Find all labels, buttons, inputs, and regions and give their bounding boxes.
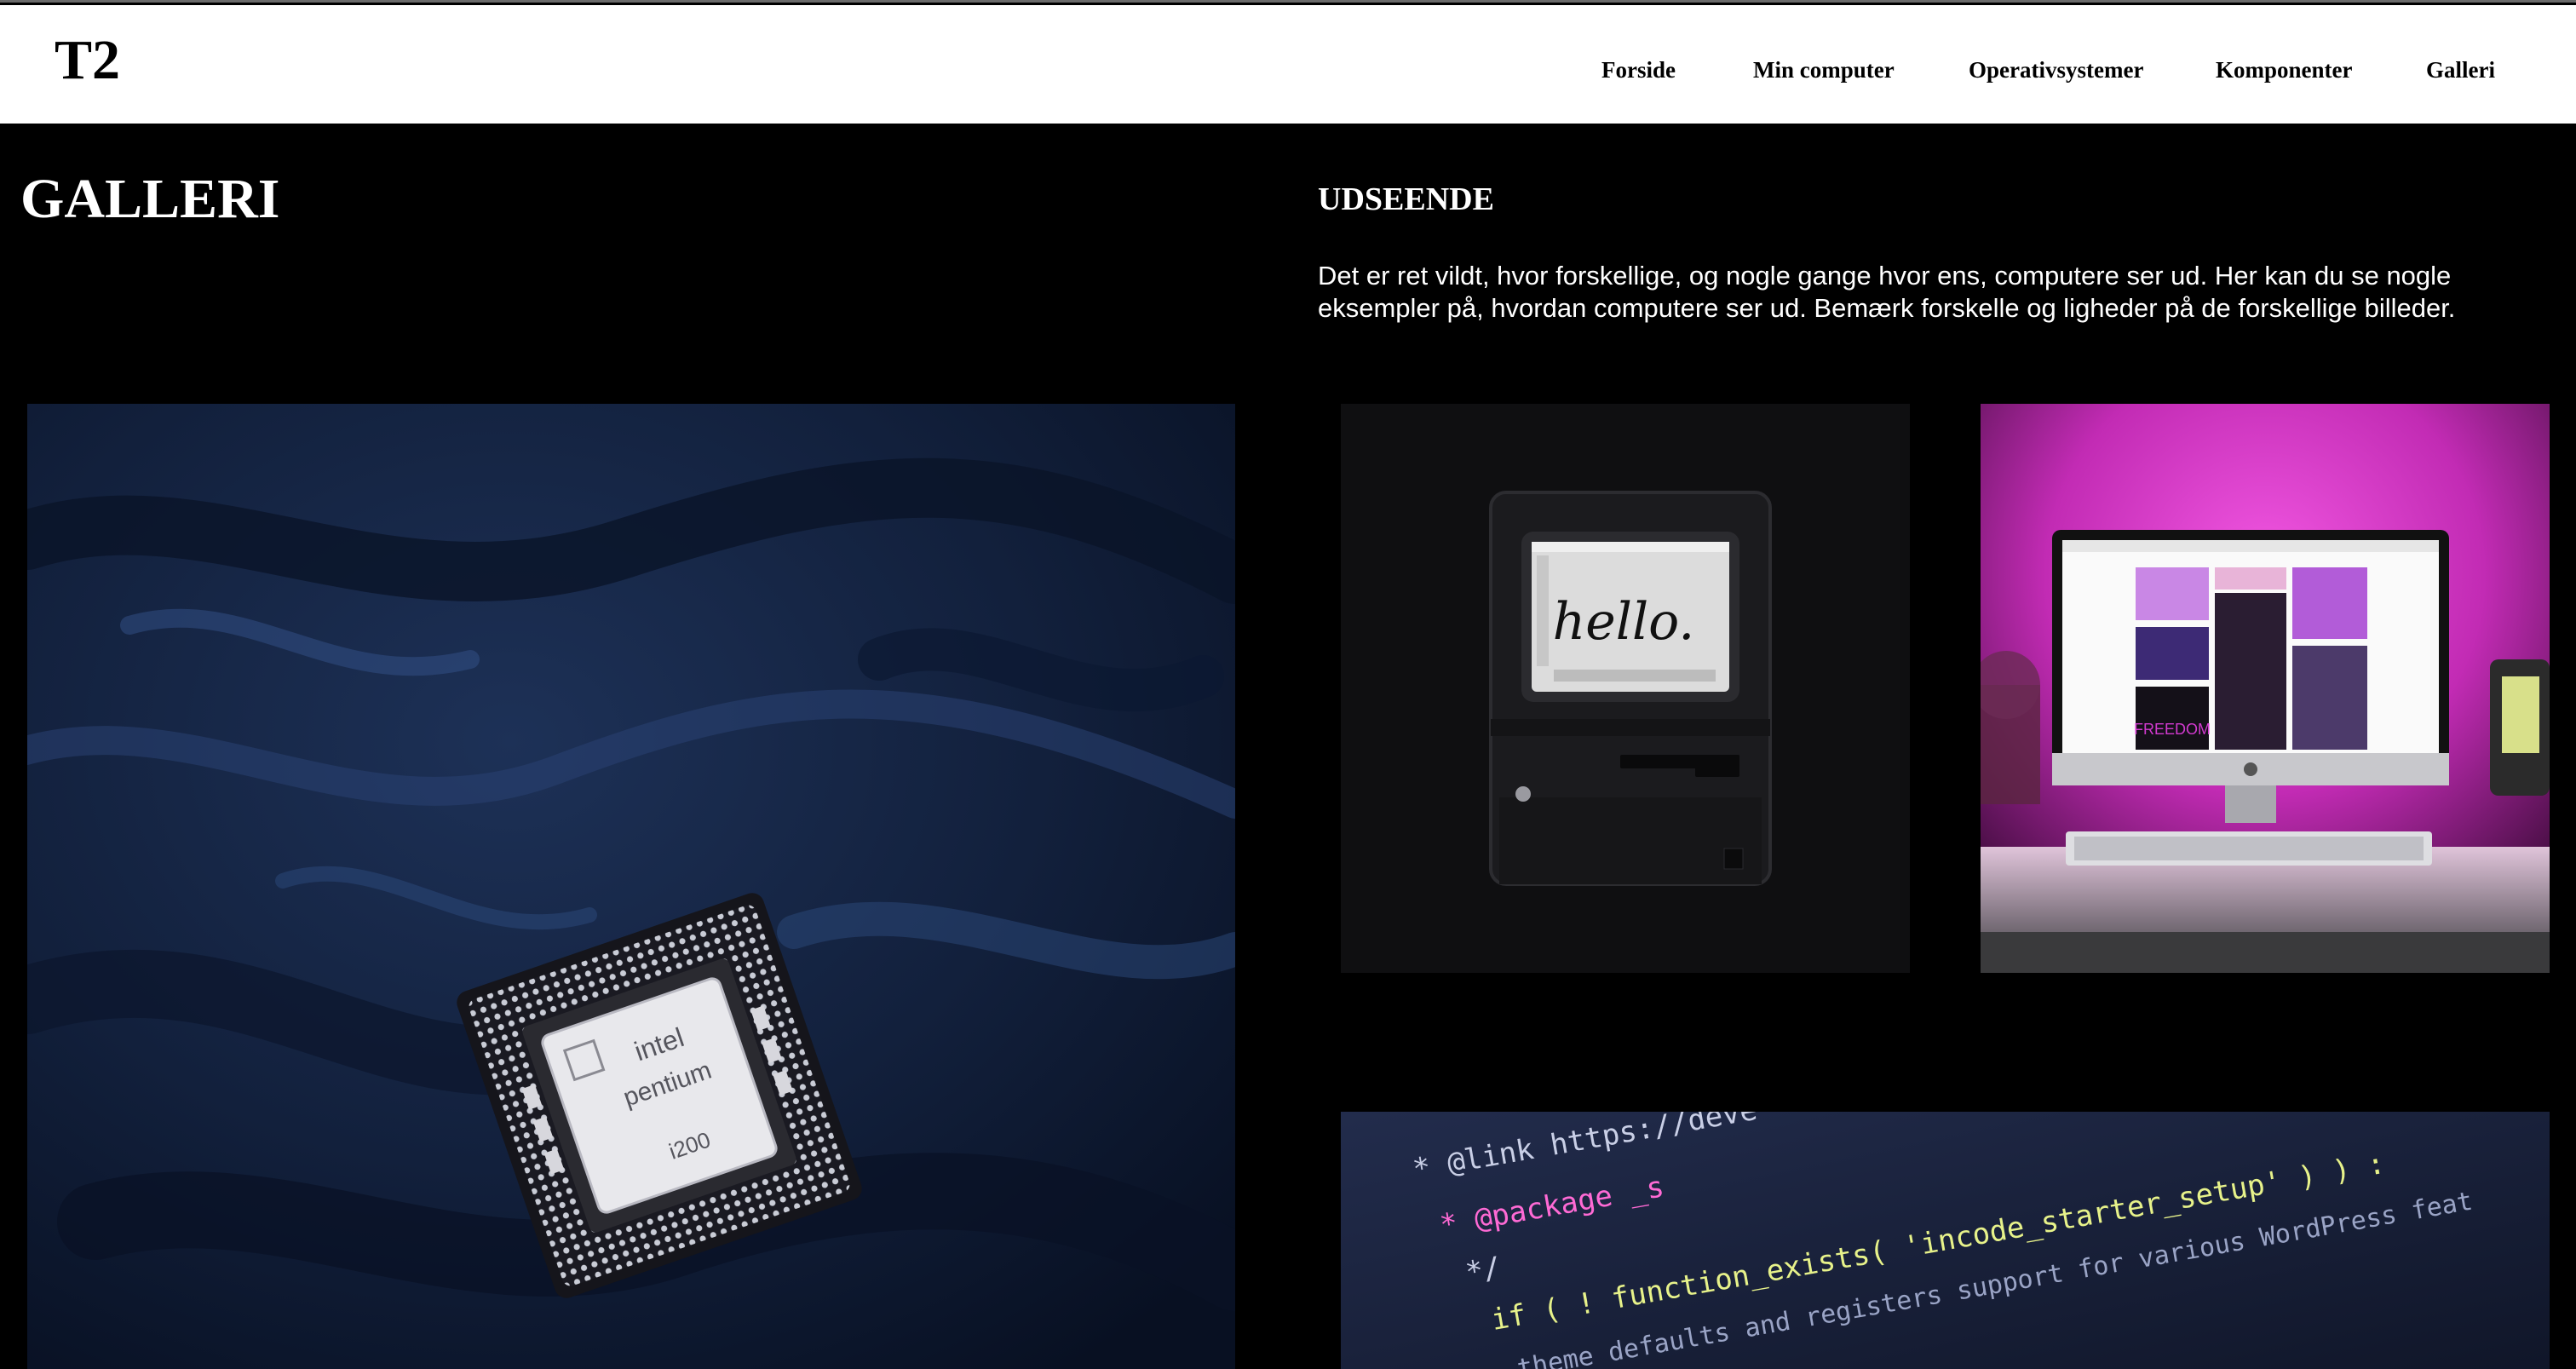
gallery-image-classic-mac: hello. <box>1341 404 1910 973</box>
nav-link-galleri[interactable]: Galleri <box>2426 53 2495 87</box>
cpu-photo: intel pentium i200 <box>27 404 1235 1369</box>
nav-link-komponenter[interactable]: Komponenter <box>2216 53 2352 87</box>
section-title: UDSEENDE <box>1318 181 1494 217</box>
page-title: GALLERI <box>20 168 280 230</box>
nav-link-forside[interactable]: Forside <box>1601 53 1676 87</box>
code-line-3: */ <box>1463 1251 1504 1291</box>
site-header: T2 Forside Min computer Operativsystemer… <box>0 5 2576 124</box>
gallery-image-code: * @link https://deve * @package _s */ if… <box>1341 1112 2550 1369</box>
section-description: Det er ret vildt, hvor forskellige, og n… <box>1318 261 2456 323</box>
imac-photo: FREEDOM <box>1981 404 2550 973</box>
nav-link-operativsystemer[interactable]: Operativsystemer <box>1969 53 2143 87</box>
mac-screen-text: hello. <box>1553 592 1695 652</box>
page-frame: T2 Forside Min computer Operativsystemer… <box>0 0 2576 1369</box>
code-photo: * @link https://deve * @package _s */ if… <box>1341 1112 2550 1369</box>
classic-mac-photo: hello. <box>1341 404 1910 973</box>
gallery-image-cpu: intel pentium i200 <box>27 404 1235 1369</box>
imac-wallpaper-text: FREEDOM <box>2134 721 2211 738</box>
gallery-image-imac: FREEDOM <box>1981 404 2550 973</box>
main-nav: Forside Min computer Operativsystemer Ko… <box>0 53 2576 87</box>
nav-link-min-computer[interactable]: Min computer <box>1753 53 1895 87</box>
